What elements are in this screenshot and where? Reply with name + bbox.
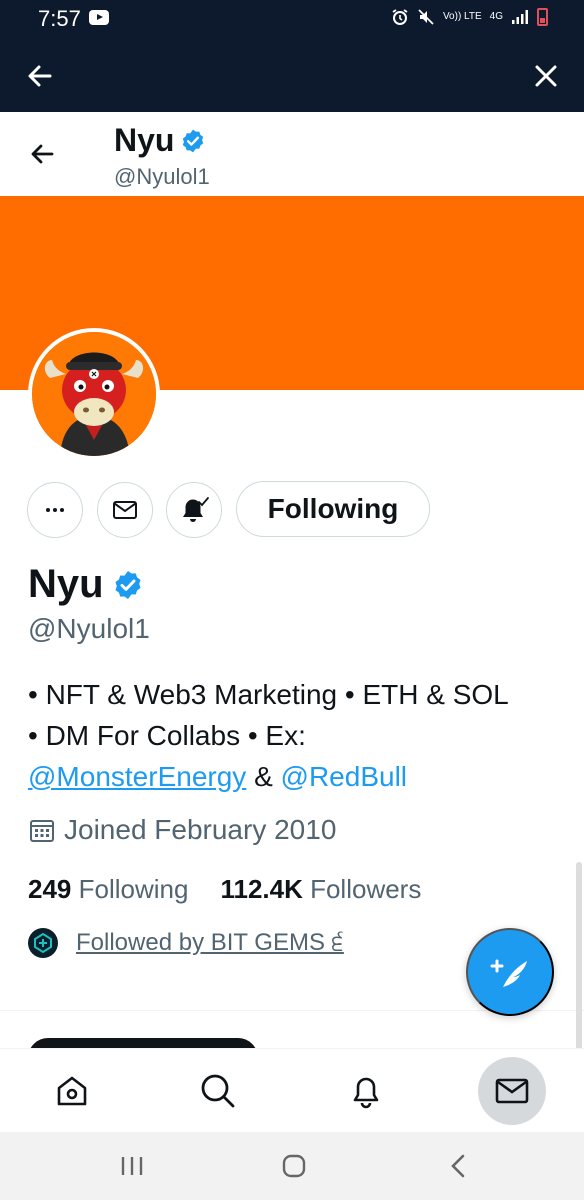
next-section-peek — [28, 1038, 258, 1048]
bell-check-icon — [183, 497, 209, 522]
search-icon — [201, 1074, 235, 1108]
mention-link[interactable]: @MonsterEnergy — [28, 761, 246, 792]
followers-stat[interactable]: 112.4K Followers — [220, 874, 421, 905]
followers-count: 112.4K — [220, 874, 303, 904]
verified-badge-icon — [115, 570, 141, 599]
display-name: Nyu — [28, 562, 144, 607]
volte-indicator: Vo)) LTE — [442, 11, 482, 22]
following-count: 249 — [28, 874, 72, 904]
recents-icon — [121, 1157, 143, 1175]
notifications-button[interactable] — [166, 482, 222, 538]
avatar[interactable] — [28, 328, 160, 460]
feather-plus-icon — [490, 959, 527, 987]
bottom-nav — [0, 1048, 584, 1132]
bull-avatar-image — [32, 332, 156, 456]
compose-tweet-button[interactable] — [466, 928, 554, 1016]
message-button[interactable] — [97, 482, 153, 538]
close-icon[interactable] — [530, 60, 562, 92]
back-button[interactable] — [444, 1152, 472, 1180]
more-horizontal-icon — [46, 508, 64, 512]
signal-icon — [512, 10, 528, 24]
recents-button[interactable] — [118, 1152, 146, 1180]
header-handle: @Nyulol1 — [114, 164, 210, 189]
header-name: Nyu — [114, 122, 206, 159]
display-name-text: Nyu — [28, 562, 104, 606]
profile-handle: @Nyulol1 — [28, 613, 150, 644]
bell-icon — [353, 1077, 379, 1109]
bio-separator: & — [246, 761, 281, 792]
status-bar: 7:57 Vo)) LTE 4G — [0, 0, 584, 38]
bio-line: @MonsterEnergy & @RedBull — [28, 756, 568, 797]
joined-text: Joined February 2010 — [64, 814, 337, 845]
bio-line: • NFT & Web3 Marketing • ETH & SOL — [28, 679, 509, 710]
header-name-text: Nyu — [114, 122, 175, 158]
followed-by[interactable]: Followed by BIT GEMS ੬ — [28, 928, 344, 958]
alarm-icon — [392, 9, 408, 25]
battery-icon — [537, 8, 548, 26]
arrow-left-icon[interactable] — [24, 60, 56, 92]
profile-bio: • NFT & Web3 Marketing • ETH & SOL • DM … — [28, 674, 568, 797]
nav-notifications[interactable] — [334, 1059, 398, 1123]
mute-icon — [418, 9, 434, 25]
followers-stat-label: Followers — [310, 874, 422, 904]
in-app-browser-bar — [0, 38, 584, 112]
home-button[interactable] — [280, 1152, 308, 1180]
follower-avatar — [28, 928, 58, 958]
more-options-button[interactable] — [27, 482, 83, 538]
envelope-icon — [495, 1078, 529, 1104]
status-icons: Vo)) LTE 4G — [391, 8, 548, 26]
following-stat-label: Following — [78, 874, 189, 904]
nav-search[interactable] — [186, 1059, 250, 1123]
envelope-icon — [113, 501, 137, 519]
profile-header: Nyu @Nyulol1 — [0, 112, 584, 196]
nav-messages[interactable] — [478, 1057, 546, 1125]
following-button[interactable]: Following — [236, 481, 430, 537]
status-time: 7:57 — [38, 6, 81, 31]
verified-badge-icon — [183, 129, 204, 152]
network-type: 4G — [489, 11, 503, 22]
home-circle-icon — [282, 1154, 306, 1178]
bio-line: • DM For Collabs • Ex: — [28, 720, 306, 751]
mention-link[interactable]: @RedBull — [281, 761, 407, 792]
chevron-left-icon — [451, 1154, 465, 1178]
nav-home[interactable] — [40, 1059, 104, 1123]
followed-by-text: Followed by BIT GEMS ੬ — [76, 929, 344, 956]
following-stat[interactable]: 249 Following — [28, 874, 188, 905]
bit-gems-logo-icon — [34, 932, 52, 954]
back-arrow-icon[interactable] — [26, 138, 58, 170]
calendar-icon — [30, 820, 54, 842]
youtube-notification-icon — [89, 10, 109, 25]
android-nav-bar — [0, 1132, 584, 1200]
joined-date: Joined February 2010 — [28, 814, 336, 846]
home-icon — [57, 1076, 87, 1106]
follow-stats: 249 Following 112.4K Followers — [28, 874, 421, 905]
